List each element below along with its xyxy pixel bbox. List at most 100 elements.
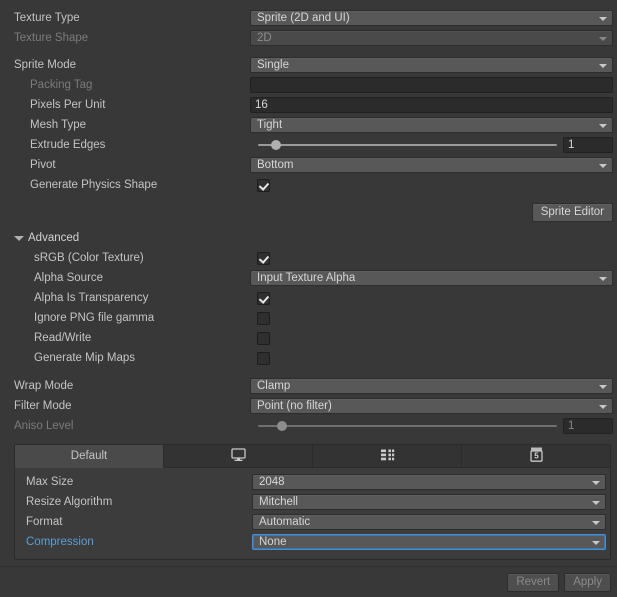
row-extrude-edges: Extrude Edges 1 [0,135,617,155]
chevron-down-icon [597,401,608,412]
dropdown-texture-type-value: Sprite (2D and UI) [257,11,350,24]
platform-tabs: Default 5 [15,445,610,468]
row-alpha-source: Alpha Source Input Texture Alpha [0,268,617,288]
aniso-level-slider [258,418,557,434]
row-packing-tag: Packing Tag [0,75,617,95]
dropdown-compression[interactable]: None [252,534,606,550]
chevron-down-icon [597,160,608,171]
sprite-editor-button[interactable]: Sprite Editor [531,203,613,222]
label-max-size: Max Size [26,476,74,488]
field-pixels-per-unit: 16 [250,97,613,113]
texture-importer-inspector: Texture Type Sprite (2D and UI) Texture … [0,0,617,597]
checkbox-srgb[interactable] [257,251,270,265]
label-alpha-is-transparency: Alpha Is Transparency [34,292,149,304]
row-wrap-mode: Wrap Mode Clamp [0,376,617,396]
tab-android[interactable] [313,445,462,467]
dropdown-format[interactable]: Automatic [252,514,606,530]
label-pivot: Pivot [30,159,56,171]
field-alpha-is-transparency [250,291,613,305]
pixels-per-unit-input[interactable]: 16 [250,97,613,113]
row-texture-shape: Texture Shape 2D [0,28,617,48]
webgl-html5-icon: 5 [529,447,543,465]
label-srgb: sRGB (Color Texture) [34,252,144,264]
label-compression[interactable]: Compression [15,532,252,552]
field-texture-type: Sprite (2D and UI) [250,10,613,26]
field-wrap-mode: Clamp [250,378,613,394]
aniso-level-value-input: 1 [563,418,613,434]
dropdown-max-size[interactable]: 2048 [252,474,606,490]
dropdown-mesh-type-value: Tight [257,118,283,131]
tab-standalone[interactable] [164,445,313,467]
field-mesh-type: Tight [250,117,613,133]
dropdown-alpha-source-value: Input Texture Alpha [257,271,356,284]
extrude-edges-value-input[interactable]: 1 [563,137,613,153]
field-format: Automatic [252,514,606,530]
dropdown-filter-mode[interactable]: Point (no filter) [250,398,613,414]
chevron-down-icon [597,120,608,131]
checkbox-read-write[interactable] [257,331,270,345]
dropdown-texture-shape-value: 2D [257,31,272,44]
label-ignore-png-gamma: Ignore PNG file gamma [34,312,155,324]
label-sprite-mode: Sprite Mode [14,59,77,71]
sprite-editor-row: Sprite Editor [0,203,617,222]
label-wrap-mode: Wrap Mode [14,380,74,392]
tab-default-label: Default [70,450,108,462]
dropdown-max-size-value: 2048 [259,475,285,488]
row-srgb: sRGB (Color Texture) [0,248,617,268]
dropdown-sprite-mode-value: Single [257,58,289,71]
row-generate-physics-shape: Generate Physics Shape [0,175,617,195]
chevron-down-icon [597,13,608,24]
checkbox-generate-physics-shape[interactable] [257,178,270,192]
row-aniso-level: Aniso Level 1 [0,416,617,436]
field-ignore-png-gamma [250,311,613,325]
tab-webgl[interactable]: 5 [462,445,610,467]
field-max-size: 2048 [252,474,606,490]
android-icon [380,448,395,465]
footer-buttons: Revert Apply [0,567,617,597]
field-aniso-level: 1 [250,418,613,434]
dropdown-resize-algorithm[interactable]: Mitchell [252,494,606,510]
dropdown-texture-shape: 2D [250,30,613,46]
extrude-edges-slider[interactable] [258,137,557,153]
row-resize-algorithm: Resize Algorithm Mitchell [15,492,610,512]
checkbox-ignore-png-gamma[interactable] [257,311,270,325]
checkbox-generate-mip-maps[interactable] [257,351,270,365]
foldout-advanced[interactable]: Advanced [0,228,617,248]
row-max-size: Max Size 2048 [15,472,610,492]
field-alpha-source: Input Texture Alpha [250,270,613,286]
label-generate-physics-shape: Generate Physics Shape [30,179,158,191]
row-mesh-type: Mesh Type Tight [0,115,617,135]
field-compression: None [252,534,606,550]
packing-tag-input[interactable] [250,77,613,93]
slider-track [258,144,557,146]
label-format: Format [26,516,63,528]
label-extrude-edges: Extrude Edges [30,139,106,151]
dropdown-sprite-mode[interactable]: Single [250,57,613,73]
tab-default[interactable]: Default [15,445,164,468]
triangle-down-icon[interactable] [14,233,24,243]
dropdown-texture-type[interactable]: Sprite (2D and UI) [250,10,613,26]
chevron-down-icon [597,33,608,44]
field-extrude-edges: 1 [250,137,613,153]
label-generate-mip-maps: Generate Mip Maps [34,352,135,364]
row-generate-mip-maps: Generate Mip Maps [0,348,617,368]
dropdown-mesh-type[interactable]: Tight [250,117,613,133]
slider-handle[interactable] [270,140,281,150]
apply-button[interactable]: Apply [564,572,611,592]
chevron-down-icon [597,381,608,392]
field-read-write [250,331,613,345]
chevron-down-icon [590,517,601,528]
dropdown-alpha-source[interactable]: Input Texture Alpha [250,270,613,286]
checkbox-alpha-is-transparency[interactable] [257,291,270,305]
label-pixels-per-unit: Pixels Per Unit [30,99,106,111]
revert-button[interactable]: Revert [507,572,560,592]
dropdown-pivot[interactable]: Bottom [250,157,613,173]
label-texture-shape: Texture Shape [14,32,89,44]
dropdown-wrap-mode[interactable]: Clamp [250,378,613,394]
field-generate-physics-shape [250,178,613,192]
slider-handle [276,421,287,431]
row-pivot: Pivot Bottom [0,155,617,175]
row-sprite-mode: Sprite Mode Single [0,55,617,75]
field-packing-tag [250,77,613,93]
chevron-down-icon [590,477,601,488]
